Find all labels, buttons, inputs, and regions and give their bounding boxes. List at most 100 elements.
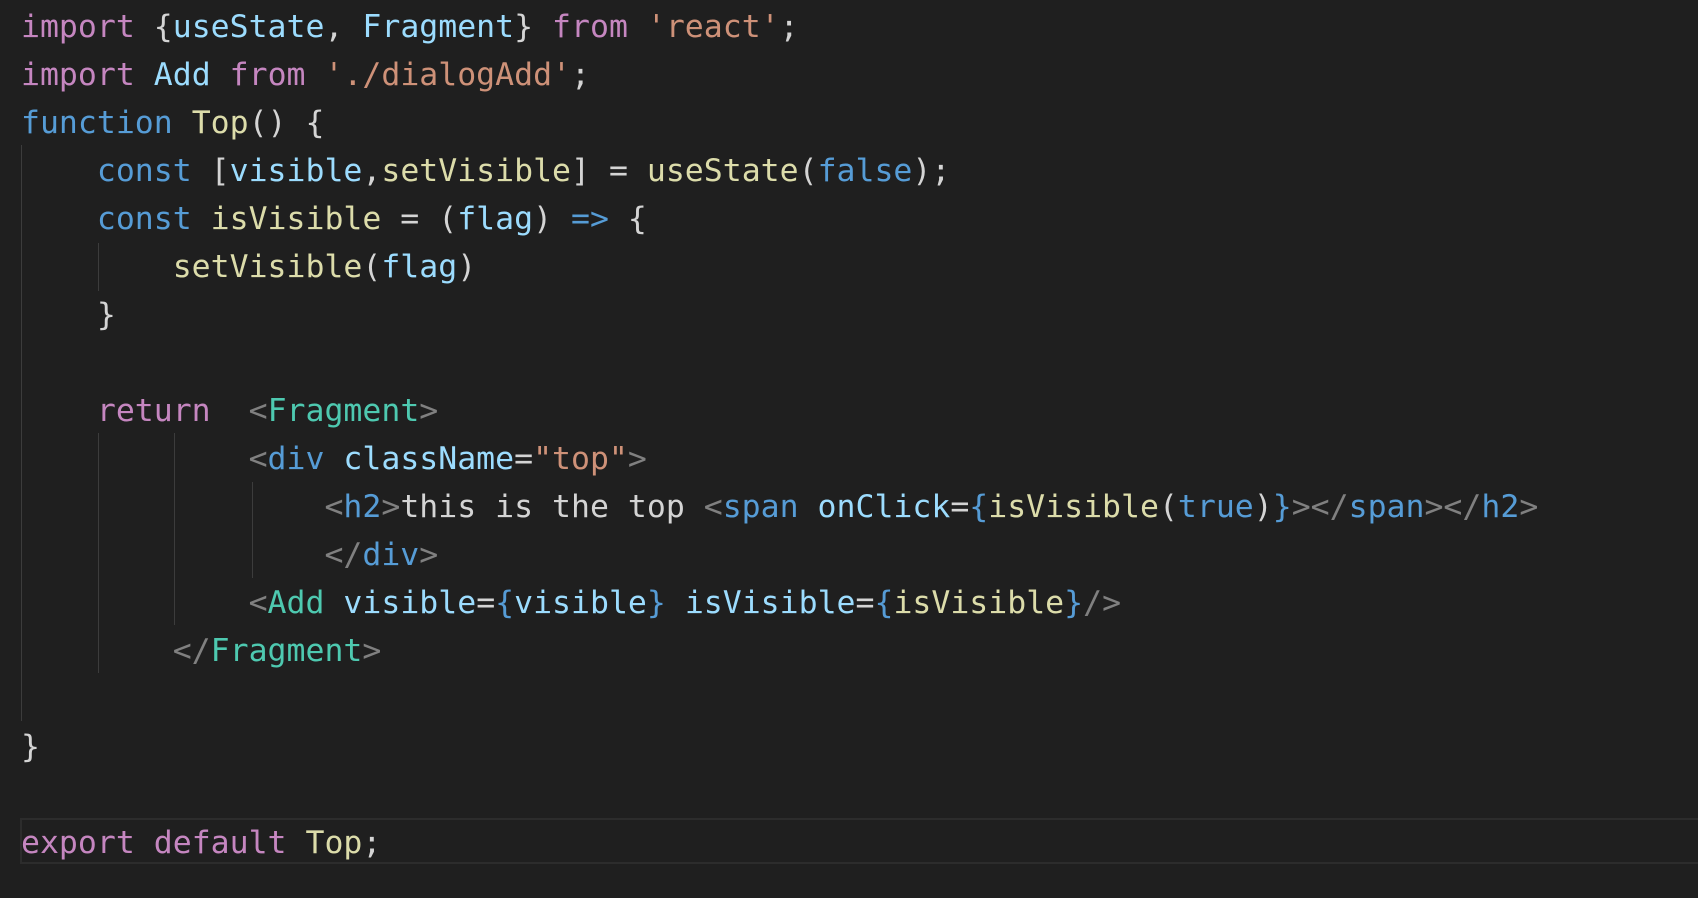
- code-token: visible: [229, 153, 363, 189]
- code-token: h2: [343, 489, 382, 525]
- code-token: 'react': [646, 9, 780, 45]
- code-line[interactable]: export default Top;: [21, 819, 381, 867]
- code-token: {: [874, 585, 894, 621]
- code-line[interactable]: }: [21, 291, 116, 339]
- code-token: isVisible: [988, 489, 1159, 525]
- code-token: }: [1064, 585, 1084, 621]
- code-token: ): [457, 249, 477, 285]
- code-token: </: [172, 633, 211, 669]
- code-token: <: [703, 489, 723, 525]
- code-line[interactable]: const isVisible = (flag) => {: [21, 195, 647, 243]
- code-token: {: [969, 489, 989, 525]
- code-token: setVisible: [381, 153, 572, 189]
- code-token: Fragment: [267, 393, 420, 429]
- code-token: () {: [248, 105, 325, 141]
- code-token: =: [950, 489, 970, 525]
- code-token: >: [627, 441, 647, 477]
- code-token: const: [96, 153, 192, 189]
- code-line[interactable]: <h2>this is the top <span onClick={isVis…: [21, 483, 1538, 531]
- code-line[interactable]: import Add from './dialogAdd';: [21, 51, 590, 99]
- code-token: './dialogAdd': [324, 57, 572, 93]
- code-token: (: [798, 153, 818, 189]
- code-token: this is the top: [400, 489, 704, 525]
- code-token: ;: [362, 825, 382, 861]
- code-token: onClick: [817, 489, 951, 525]
- code-line[interactable]: }: [21, 723, 40, 771]
- code-token: div: [267, 441, 325, 477]
- code-line[interactable]: const [visible,setVisible] = useState(fa…: [21, 147, 950, 195]
- code-token: isVisible: [893, 585, 1065, 621]
- code-token: span: [1348, 489, 1425, 525]
- code-token: =: [476, 585, 496, 621]
- code-token: ></: [1291, 489, 1349, 525]
- code-line[interactable]: function Top() {: [21, 99, 324, 147]
- code-token: = (: [381, 201, 458, 237]
- code-token: ,: [362, 153, 382, 189]
- code-line[interactable]: </Fragment>: [21, 627, 382, 675]
- code-token: ): [1253, 489, 1273, 525]
- code-token: ] =: [571, 153, 647, 189]
- code-token: }: [514, 9, 553, 45]
- code-token: useState: [172, 9, 325, 45]
- code-token: Fragment: [362, 9, 515, 45]
- code-line[interactable]: <Add visible={visible} isVisible={isVisi…: [21, 579, 1121, 627]
- code-token: }: [1272, 489, 1292, 525]
- code-token: }: [21, 729, 40, 765]
- code-token: ;: [571, 57, 590, 93]
- code-token: <: [248, 441, 268, 477]
- code-token: Top: [191, 105, 249, 141]
- code-token: useState: [646, 153, 799, 189]
- code-token: >: [362, 633, 382, 669]
- code-token: className: [343, 441, 515, 477]
- code-token: =: [855, 585, 875, 621]
- code-token: =: [514, 441, 534, 477]
- code-line[interactable]: import {useState, Fragment} from 'react'…: [21, 3, 799, 51]
- code-token: true: [1177, 489, 1254, 525]
- code-line[interactable]: <div className="top">: [21, 435, 647, 483]
- code-token: visible: [343, 585, 477, 621]
- code-line[interactable]: </div>: [21, 531, 438, 579]
- code-token: [: [191, 153, 230, 189]
- code-token: <: [248, 585, 268, 621]
- code-token: {: [608, 201, 647, 237]
- code-token: import: [21, 57, 135, 93]
- code-token: );: [912, 153, 951, 189]
- code-token: "top": [533, 441, 628, 477]
- code-token: from: [552, 9, 628, 45]
- code-token: default: [153, 825, 287, 861]
- code-token: ></: [1424, 489, 1482, 525]
- code-token: {: [495, 585, 515, 621]
- code-editor[interactable]: import {useState, Fragment} from 'react'…: [0, 0, 1698, 898]
- code-token: false: [817, 153, 913, 189]
- code-token: const: [96, 201, 192, 237]
- code-token: function: [21, 105, 173, 141]
- code-token: <: [324, 489, 344, 525]
- code-token: visible: [514, 585, 647, 621]
- code-token: from: [229, 57, 306, 93]
- code-token: <: [248, 393, 268, 429]
- code-line[interactable]: setVisible(flag): [21, 243, 476, 291]
- code-token: (: [362, 249, 382, 285]
- code-token: {: [134, 9, 173, 45]
- code-token: ,: [324, 9, 363, 45]
- code-token: flag: [457, 201, 534, 237]
- code-token: </: [324, 537, 363, 573]
- code-token: setVisible: [172, 249, 363, 285]
- code-token: ): [533, 201, 571, 237]
- code-line[interactable]: return <Fragment>: [21, 387, 438, 435]
